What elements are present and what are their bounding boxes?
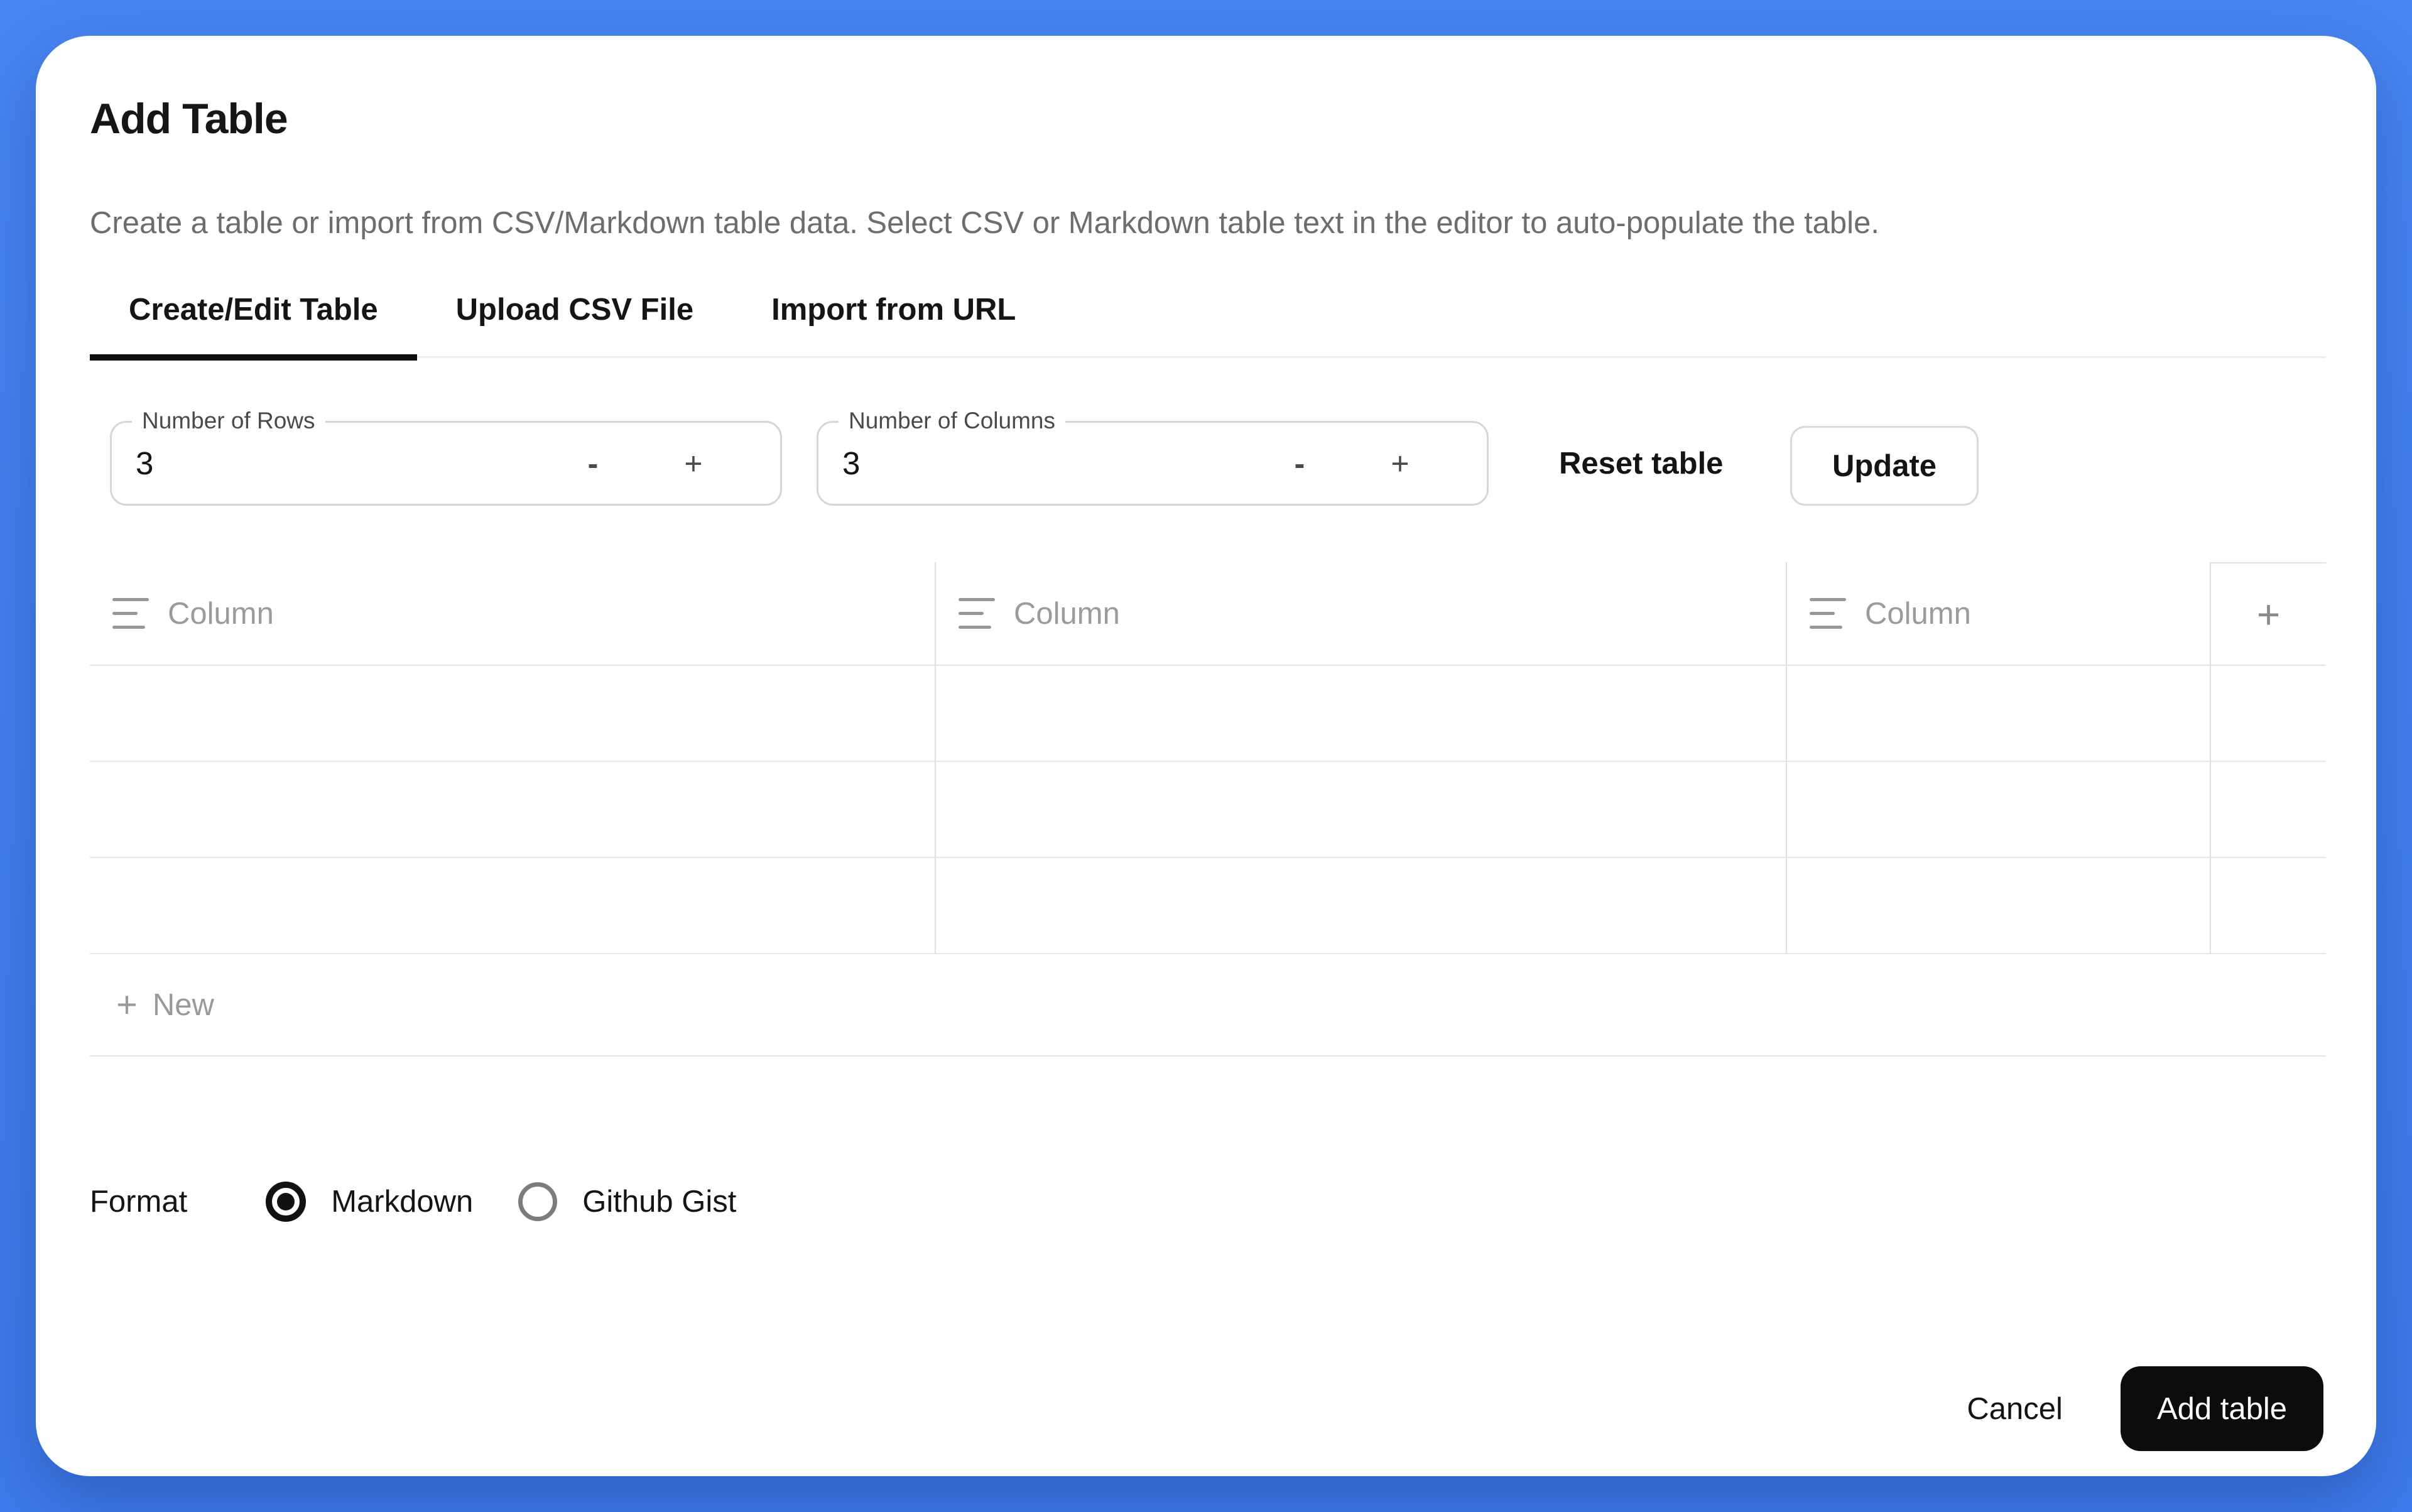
table-cell[interactable] [936,858,1787,954]
update-button[interactable]: Update [1790,426,1979,506]
format-option-github-gist[interactable]: Github Gist [518,1182,736,1221]
plus-icon: + [116,984,138,1026]
rows-decrement-button[interactable]: - [567,445,619,482]
tab-upload-csv-file[interactable]: Upload CSV File [417,263,732,356]
table-editor: Column Column Column + + New [90,562,2326,1057]
number-of-rows-field: Number of Rows 3 - + [110,421,782,506]
add-table-button[interactable]: Add table [2121,1366,2323,1451]
dialog-footer: Cancel Add table [1967,1366,2323,1451]
add-row-label: New [153,987,214,1023]
table-cell[interactable] [936,762,1787,858]
desktop-backdrop: { "dialog": { "title": "Add Table", "des… [0,0,2412,1512]
plus-icon: + [2257,591,2280,638]
add-column-button[interactable]: + [2211,562,2326,666]
table-cell[interactable] [936,666,1787,762]
column-name-input[interactable]: Column [168,596,274,631]
format-option-label: Github Gist [582,1184,736,1219]
rows-increment-button[interactable]: + [667,445,720,482]
column-handle-icon[interactable] [1810,598,1846,629]
format-label: Format [90,1184,187,1219]
number-of-columns-label: Number of Columns [839,408,1065,434]
radio-selected-icon[interactable] [266,1182,306,1222]
table-cell[interactable] [90,858,936,954]
cancel-button[interactable]: Cancel [1967,1391,2063,1427]
tab-import-from-url[interactable]: Import from URL [732,263,1055,356]
add-table-dialog: Add Table Create a table or import from … [36,36,2376,1476]
column-header-2[interactable]: Column [936,562,1787,666]
column-header-1[interactable]: Column [90,562,936,666]
dialog-title: Add Table [90,94,288,144]
column-handle-icon[interactable] [112,598,149,629]
tab-create-edit-table[interactable]: Create/Edit Table [90,263,417,356]
table-row-spacer [2211,762,2326,858]
table-cell[interactable] [90,762,936,858]
table-cell[interactable] [1787,762,2211,858]
number-of-columns-input[interactable]: 3 [842,445,1273,482]
column-name-input[interactable]: Column [1865,596,1971,631]
table-cell[interactable] [1787,858,2211,954]
number-of-rows-label: Number of Rows [132,408,325,434]
table-cell[interactable] [1787,666,2211,762]
dialog-description: Create a table or import from CSV/Markdo… [90,204,1879,242]
format-option-markdown[interactable]: Markdown [266,1182,473,1222]
format-row: Format Markdown Github Gist [90,1179,736,1224]
format-option-label: Markdown [331,1184,473,1219]
columns-decrement-button[interactable]: - [1273,445,1326,482]
add-row-button[interactable]: + New [90,954,2326,1057]
column-name-input[interactable]: Column [1014,596,1120,631]
number-of-rows-input[interactable]: 3 [136,445,567,482]
columns-increment-button[interactable]: + [1374,445,1426,482]
column-header-3[interactable]: Column [1787,562,2211,666]
column-handle-icon[interactable] [959,598,995,629]
number-of-columns-field: Number of Columns 3 - + [817,421,1489,506]
radio-unselected-icon[interactable] [518,1182,557,1221]
table-row-spacer [2211,858,2326,954]
reset-table-button[interactable]: Reset table [1559,421,1723,506]
tab-bar: Create/Edit Table Upload CSV File Import… [90,263,2326,358]
table-cell[interactable] [90,666,936,762]
table-row-spacer [2211,666,2326,762]
